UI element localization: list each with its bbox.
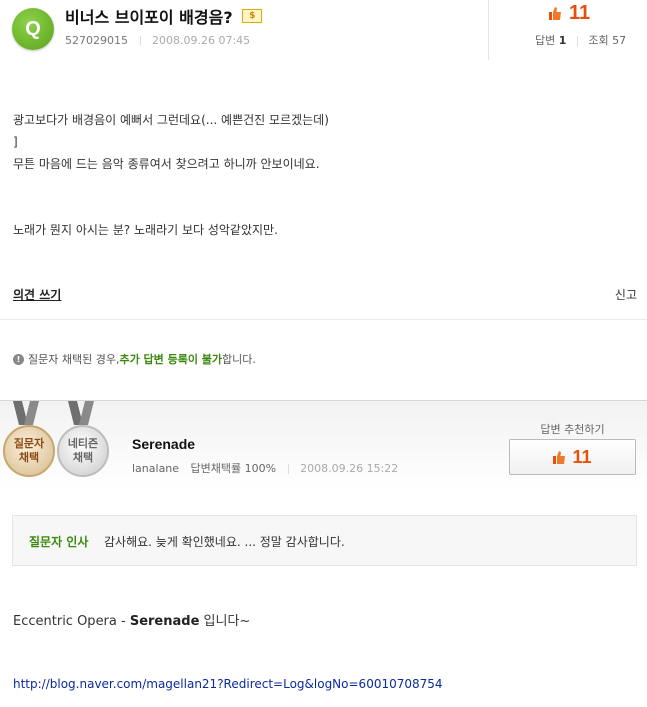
question-body-line: 광고보다가 배경음이 예뻐서 그런데요(... 예쁜건진 모르겠는데) bbox=[13, 113, 329, 127]
song-title: Serenade bbox=[129, 614, 200, 629]
question-meta: 527029015 2008.09.26 07:45 bbox=[65, 34, 250, 47]
divider bbox=[287, 464, 289, 474]
answer-link[interactable]: http://blog.naver.com/magellan21?Redirec… bbox=[13, 677, 443, 691]
answers-label: 답변 bbox=[535, 34, 556, 47]
coin-icon: $ bbox=[242, 9, 263, 23]
thumbs-up-icon bbox=[553, 450, 566, 464]
thumbs-up-icon bbox=[549, 7, 561, 20]
recommend-answer-label: 답변 추천하기 bbox=[540, 423, 605, 436]
recommend-answer-button[interactable]: 11 bbox=[509, 439, 636, 475]
question-counters: 답변 1 조회 57 bbox=[535, 32, 626, 48]
answerer-meta: lanalane 답변채택률 100% 2008.09.26 15:22 bbox=[132, 460, 398, 476]
report-link[interactable]: 신고 bbox=[615, 286, 637, 303]
question-actions: 의견 쓰기 신고 bbox=[0, 286, 647, 306]
answerer-id[interactable]: lanalane bbox=[132, 462, 179, 475]
question-body: 광고보다가 배경음이 예뻐서 그런데요(... 예쁜건진 모르겠는데) ] 무튼… bbox=[13, 109, 633, 241]
answer-recommend-count: 11 bbox=[572, 446, 592, 467]
write-opinion-link[interactable]: 의견 쓰기 bbox=[13, 286, 61, 303]
question-recommend-count: 11 bbox=[569, 2, 591, 24]
question-date: 2008.09.26 07:45 bbox=[152, 34, 251, 47]
question-recommend[interactable]: 11 bbox=[549, 2, 590, 25]
question-badge-icon: Q bbox=[12, 8, 54, 50]
notice-highlight: 추가 답변 등록이 불가 bbox=[119, 353, 223, 366]
question-body-line: 무튼 마음에 드는 음악 종류여서 찾으려고 하니까 안보이네요. bbox=[13, 157, 320, 171]
answer-title: Serenade bbox=[132, 436, 196, 452]
divider bbox=[576, 36, 578, 46]
answers-count: 1 bbox=[558, 34, 567, 47]
views-count: 57 bbox=[612, 34, 627, 47]
ribbon-icon bbox=[68, 401, 94, 425]
question-stats: 11 답변 1 조회 57 bbox=[488, 0, 647, 60]
question-body-line: ] bbox=[13, 135, 18, 149]
answer-body: Eccentric Opera - Serenade 입니다~ bbox=[13, 614, 251, 629]
question-title: 비너스 브이포이 배경음? $ bbox=[65, 4, 263, 28]
question-body-line: 노래가 뭔지 아시는 분? 노래라기 보다 성악같았지만. bbox=[13, 223, 278, 237]
greeting-label: 질문자 인사 bbox=[29, 535, 89, 549]
views-label: 조회 bbox=[588, 34, 609, 47]
section-divider bbox=[0, 319, 647, 320]
ribbon-icon bbox=[13, 401, 39, 425]
greeting-text: 감사해요. 늦게 확인했네요. ... 정말 감사합니다. bbox=[104, 535, 345, 549]
asker-adopted-medal: 질문자 채택 bbox=[3, 425, 55, 477]
question-author[interactable]: 527029015 bbox=[65, 34, 128, 47]
asker-greeting-box: 질문자 인사 감사해요. 늦게 확인했네요. ... 정말 감사합니다. bbox=[12, 515, 637, 566]
answer-date: 2008.09.26 15:22 bbox=[300, 462, 399, 475]
info-icon: ! bbox=[13, 353, 24, 365]
netizen-adopted-medal: 네티즌 채택 bbox=[57, 425, 109, 477]
divider bbox=[139, 36, 141, 46]
adoption-rate: 답변채택률 100% bbox=[190, 462, 277, 475]
adoption-notice: ! 질문자 채택된 경우, 추가 답변 등록이 불가 합니다. bbox=[13, 351, 256, 367]
question-header: Q 비너스 브이포이 배경음? $ 527029015 2008.09.26 0… bbox=[0, 0, 647, 60]
